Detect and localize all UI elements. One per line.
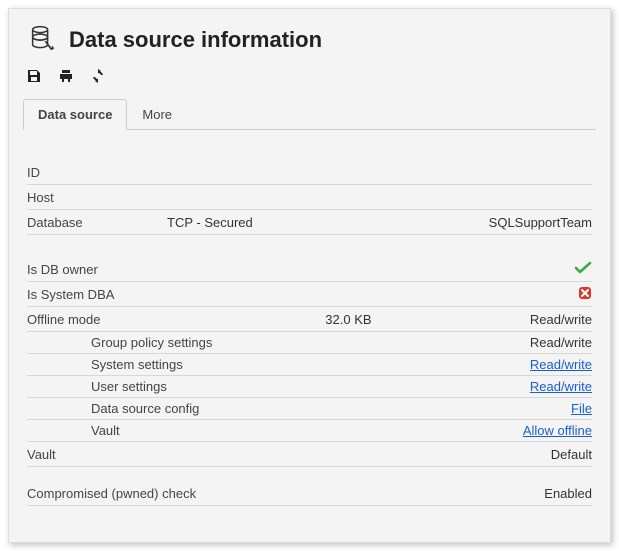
x-icon xyxy=(578,286,592,300)
vault-label: Vault xyxy=(27,447,167,462)
is-system-dba-label: Is System DBA xyxy=(27,287,167,302)
offline-mode-label: Offline mode xyxy=(27,312,167,327)
pwned-label: Compromised (pwned) check xyxy=(27,486,247,501)
row-pwned: Compromised (pwned) check Enabled xyxy=(27,481,592,506)
vault-sub-label: Vault xyxy=(27,423,231,438)
offline-mode-size: 32.0 KB xyxy=(167,312,530,327)
tab-data-source[interactable]: Data source xyxy=(23,99,127,130)
database-value: SQLSupportTeam xyxy=(489,215,592,230)
page-title: Data source information xyxy=(69,27,322,53)
row-system-settings: System settings Read/write xyxy=(27,354,592,376)
ds-config-label: Data source config xyxy=(27,401,231,416)
tab-bar: Data source More xyxy=(23,98,596,130)
row-is-system-dba: Is System DBA xyxy=(27,282,592,307)
database-mid: TCP - Secured xyxy=(167,215,489,230)
toolbar xyxy=(23,66,596,96)
check-icon xyxy=(574,263,592,278)
panel: Data source information Data source More… xyxy=(8,8,611,543)
content-area: ID Host Database TCP - Secured SQLSuppor… xyxy=(23,130,596,510)
row-user-settings: User settings Read/write xyxy=(27,376,592,398)
offline-mode-value: Read/write xyxy=(530,312,592,327)
system-settings-link[interactable]: Read/write xyxy=(530,357,592,372)
host-label: Host xyxy=(27,190,167,205)
print-button[interactable] xyxy=(57,68,75,86)
is-db-owner-value xyxy=(574,261,592,278)
group-policy-label: Group policy settings xyxy=(27,335,231,350)
is-db-owner-label: Is DB owner xyxy=(27,262,167,277)
tab-more[interactable]: More xyxy=(127,99,187,130)
row-offline-mode: Offline mode 32.0 KB Read/write xyxy=(27,307,592,332)
row-vault-sub: Vault Allow offline xyxy=(27,420,592,442)
database-label: Database xyxy=(27,215,167,230)
app-logo-icon xyxy=(27,23,57,56)
save-icon xyxy=(26,68,42,87)
row-database: Database TCP - Secured SQLSupportTeam xyxy=(27,210,592,235)
ds-config-link[interactable]: File xyxy=(571,401,592,416)
print-icon xyxy=(58,68,74,87)
row-id: ID xyxy=(27,160,592,185)
save-button[interactable] xyxy=(25,68,43,86)
vault-sub-link[interactable]: Allow offline xyxy=(523,423,592,438)
row-vault: Vault Default xyxy=(27,442,592,467)
row-host: Host xyxy=(27,185,592,210)
id-label: ID xyxy=(27,165,167,180)
is-system-dba-value xyxy=(578,286,592,303)
row-group-policy: Group policy settings Read/write xyxy=(27,332,592,354)
offline-sublist: Group policy settings Read/write System … xyxy=(27,332,592,442)
user-settings-label: User settings xyxy=(27,379,231,394)
system-settings-label: System settings xyxy=(27,357,231,372)
refresh-button[interactable] xyxy=(89,68,107,86)
row-ds-config: Data source config File xyxy=(27,398,592,420)
user-settings-link[interactable]: Read/write xyxy=(530,379,592,394)
refresh-icon xyxy=(90,68,106,87)
pwned-value: Enabled xyxy=(544,486,592,501)
group-policy-value: Read/write xyxy=(530,335,592,350)
row-is-db-owner: Is DB owner xyxy=(27,257,592,282)
header: Data source information xyxy=(23,19,596,66)
vault-value: Default xyxy=(551,447,592,462)
